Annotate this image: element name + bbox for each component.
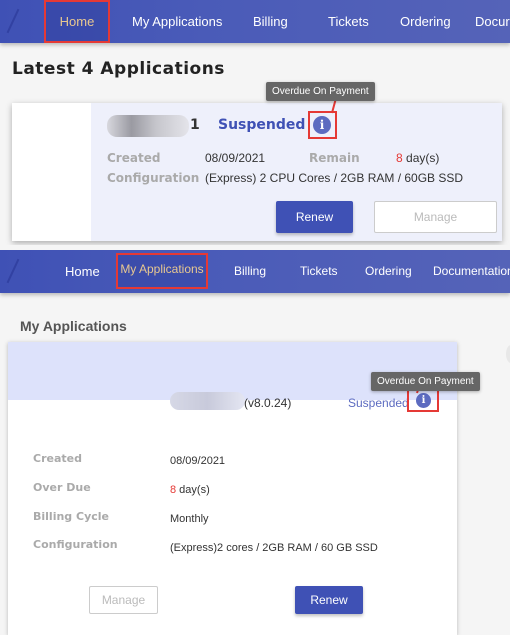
nav-my-applications[interactable]: My Applications <box>116 253 208 289</box>
top-navbar: Home My Applications Billing Tickets Ord… <box>0 0 510 43</box>
app-version: (v8.0.24) <box>244 396 292 410</box>
bottom-navbar: Home My Applications Billing Tickets Ord… <box>0 250 510 293</box>
status-badge: Suspended <box>218 117 306 133</box>
tooltip: Overdue On Payment <box>266 82 375 101</box>
manage-button[interactable]: Manage <box>89 586 158 614</box>
nav-home[interactable]: Home <box>44 0 110 43</box>
nav-my-applications[interactable]: My Applications <box>132 0 222 43</box>
nav-billing[interactable]: Billing <box>234 250 266 293</box>
highlight-box <box>308 111 337 139</box>
logo-slash-icon <box>6 8 20 34</box>
remain-label: Remain <box>309 151 360 165</box>
nav-ordering[interactable]: Ordering <box>365 250 412 293</box>
home-view: Home My Applications Billing Tickets Ord… <box>0 0 510 245</box>
created-value: 08/09/2021 <box>205 151 266 165</box>
nav-tickets[interactable]: Tickets <box>328 0 369 43</box>
overdue-label: Over Due <box>33 481 91 494</box>
tooltip: Overdue On Payment <box>371 372 480 391</box>
nav-documentation[interactable]: Docur <box>475 0 510 43</box>
configuration-label: Configuration <box>107 171 200 185</box>
app-name-suffix: 1 <box>190 117 200 133</box>
page-title: My Applications <box>20 318 127 334</box>
remain-value: 8 day(s) <box>396 151 439 165</box>
highlight-box <box>407 388 439 412</box>
renew-button[interactable]: Renew <box>295 586 363 614</box>
nav-ordering[interactable]: Ordering <box>400 0 451 43</box>
overdue-value: 8 day(s) <box>170 484 210 496</box>
nav-tickets[interactable]: Tickets <box>300 250 338 293</box>
billing-cycle-label: Billing Cycle <box>33 510 109 523</box>
configuration-value: (Express)2 cores / 2GB RAM / 60 GB SSD <box>170 542 378 554</box>
manage-button[interactable]: Manage <box>374 201 497 233</box>
scroll-handle[interactable] <box>506 345 510 363</box>
logo-slash-icon <box>6 258 20 284</box>
status-badge: Suspended <box>348 396 409 410</box>
remain-unit: day(s) <box>402 151 440 165</box>
app-name-redacted <box>107 115 189 137</box>
created-label: Created <box>33 452 82 465</box>
overdue-unit: day(s) <box>176 484 210 496</box>
renew-button[interactable]: Renew <box>276 201 353 233</box>
nav-documentation[interactable]: Documentation <box>433 250 510 293</box>
configuration-value: (Express) 2 CPU Cores / 2GB RAM / 60GB S… <box>205 171 464 185</box>
app-name-redacted <box>170 392 245 410</box>
created-value: 08/09/2021 <box>170 455 226 467</box>
configuration-label: Configuration <box>33 538 118 551</box>
page-title: Latest 4 Applications <box>12 59 225 79</box>
remain-days-number: 8 <box>396 151 403 165</box>
my-applications-view: Home My Applications Billing Tickets Ord… <box>0 250 510 635</box>
billing-cycle-value: Monthly <box>170 513 209 525</box>
created-label: Created <box>107 151 161 165</box>
nav-home[interactable]: Home <box>65 250 100 293</box>
nav-billing[interactable]: Billing <box>253 0 288 43</box>
